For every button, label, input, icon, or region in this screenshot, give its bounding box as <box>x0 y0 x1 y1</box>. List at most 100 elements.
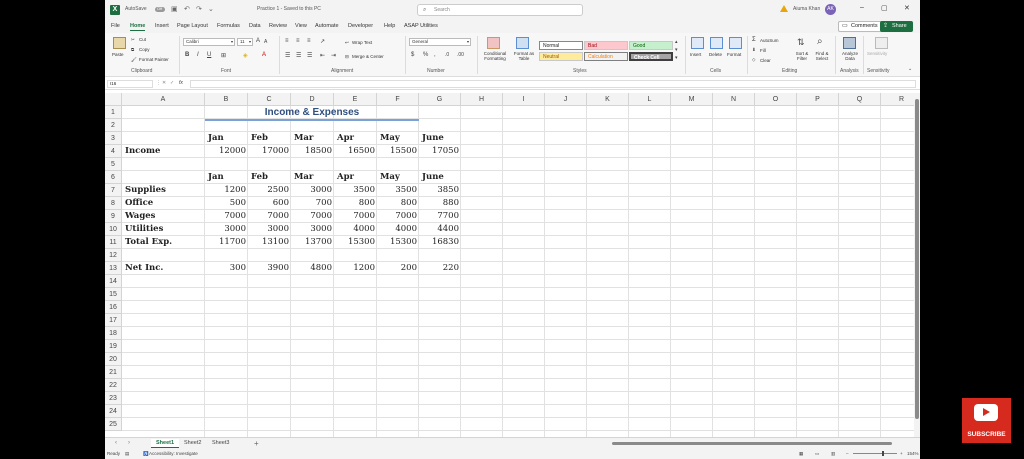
row-header-25[interactable]: 25 <box>105 418 122 431</box>
month-header[interactable]: Mar <box>291 171 334 184</box>
row-header-20[interactable]: 20 <box>105 353 122 366</box>
column-header-r[interactable]: R <box>881 93 914 106</box>
sensitivity-icon[interactable] <box>875 37 888 49</box>
select-all-corner[interactable] <box>105 93 122 106</box>
row-label[interactable]: Total Exp. <box>122 236 205 249</box>
accessibility-icon[interactable]: ♿ <box>143 451 149 457</box>
value-cell[interactable]: 15500 <box>377 145 419 158</box>
column-header-g[interactable]: G <box>419 93 461 106</box>
sheet-tab-2[interactable]: Sheet2 <box>179 439 206 447</box>
row-label[interactable]: Supplies <box>122 184 205 197</box>
chevron-down-icon[interactable]: ▾ <box>675 47 678 53</box>
month-header[interactable]: May <box>377 132 419 145</box>
format-cells-icon[interactable] <box>729 37 742 49</box>
analyze-data-icon[interactable] <box>843 37 856 49</box>
sort-filter-button[interactable]: Sort & Filter <box>793 51 811 61</box>
tab-data[interactable]: Data <box>249 23 261 29</box>
column-header-h[interactable]: H <box>461 93 503 106</box>
name-box[interactable]: I16 <box>107 80 153 88</box>
style-bad[interactable]: Bad <box>584 41 628 50</box>
tab-help[interactable]: Help <box>384 23 395 29</box>
wrap-text-icon[interactable]: ↩ <box>345 40 349 46</box>
tab-home[interactable]: Home <box>130 23 146 31</box>
row-header-7[interactable]: 7 <box>105 184 122 197</box>
column-header-b[interactable]: B <box>205 93 248 106</box>
row-header-13[interactable]: 13 <box>105 262 122 275</box>
value-cell[interactable]: 200 <box>377 262 419 275</box>
cut-icon[interactable]: ✂ <box>131 37 135 43</box>
value-cell[interactable]: 4400 <box>419 223 461 236</box>
row-header-16[interactable]: 16 <box>105 301 122 314</box>
value-cell[interactable]: 220 <box>419 262 461 275</box>
row-header-12[interactable]: 12 <box>105 249 122 262</box>
value-cell[interactable]: 17000 <box>248 145 291 158</box>
minimize-icon[interactable]: – <box>860 4 864 11</box>
collapse-ribbon-icon[interactable]: ⌄ <box>908 66 912 72</box>
zoom-slider-handle[interactable] <box>882 451 884 456</box>
month-header[interactable]: June <box>419 171 461 184</box>
redo-icon[interactable]: ↷ <box>196 5 202 13</box>
format-table-icon[interactable] <box>516 37 529 49</box>
value-cell[interactable]: 700 <box>291 197 334 210</box>
row-header-22[interactable]: 22 <box>105 379 122 392</box>
row-header-21[interactable]: 21 <box>105 366 122 379</box>
orientation-icon[interactable]: ↗ <box>320 38 325 45</box>
value-cell[interactable]: 800 <box>377 197 419 210</box>
insert-cells-icon[interactable] <box>691 37 704 49</box>
delete-cells-icon[interactable] <box>710 37 723 49</box>
autosum-button[interactable]: AutoSum <box>760 38 779 43</box>
currency-icon[interactable]: $ <box>411 52 414 58</box>
value-cell[interactable]: 15300 <box>377 236 419 249</box>
value-cell[interactable]: 3000 <box>291 184 334 197</box>
chevron-up-icon[interactable]: ▴ <box>675 39 678 45</box>
conditional-formatting-button[interactable]: Conditional Formatting <box>481 51 509 61</box>
sheet-title[interactable]: Income & Expenses <box>205 106 419 121</box>
row-header-18[interactable]: 18 <box>105 327 122 340</box>
tab-automate[interactable]: Automate <box>315 23 339 29</box>
column-header-l[interactable]: L <box>629 93 671 106</box>
warning-icon[interactable] <box>780 5 788 12</box>
align-top-icon[interactable]: ≡ <box>285 38 289 44</box>
align-bottom-icon[interactable]: ≡ <box>307 38 311 44</box>
row-header-3[interactable]: 3 <box>105 132 122 145</box>
value-cell[interactable]: 15300 <box>334 236 377 249</box>
row-label[interactable]: Net Inc. <box>122 262 205 275</box>
paste-label[interactable]: Paste <box>112 52 124 57</box>
close-icon[interactable]: ✕ <box>904 4 910 12</box>
value-cell[interactable]: 880 <box>419 197 461 210</box>
style-check-cell[interactable]: Check Cell <box>629 52 673 61</box>
value-cell[interactable]: 7000 <box>205 210 248 223</box>
month-header[interactable]: Jan <box>205 132 248 145</box>
column-header-m[interactable]: M <box>671 93 713 106</box>
row-header-8[interactable]: 8 <box>105 197 122 210</box>
sensitivity-button[interactable]: Sensitivity <box>867 51 887 56</box>
decrease-decimal-icon[interactable]: .00 <box>457 52 464 58</box>
value-cell[interactable]: 500 <box>205 197 248 210</box>
sheet-tab-3[interactable]: Sheet3 <box>207 439 234 447</box>
style-good[interactable]: Good <box>629 41 673 50</box>
normal-view-icon[interactable]: ▦ <box>799 451 803 457</box>
clear-button[interactable]: Clear <box>760 58 771 63</box>
comma-icon[interactable]: , <box>434 52 436 58</box>
value-cell[interactable]: 4800 <box>291 262 334 275</box>
more-styles-icon[interactable]: ▾ <box>675 55 678 61</box>
sort-filter-icon[interactable]: ⇅ <box>797 37 805 48</box>
comments-button[interactable]: ▭ Comments <box>838 21 883 32</box>
row-header-1[interactable]: 1 <box>105 106 122 119</box>
scroll-thumb[interactable] <box>915 99 919 419</box>
value-cell[interactable]: 300 <box>205 262 248 275</box>
row-header-5[interactable]: 5 <box>105 158 122 171</box>
outdent-icon[interactable]: ⇥ <box>331 52 336 59</box>
bold-icon[interactable]: B <box>185 52 189 58</box>
format-as-table-button[interactable]: Format as Table <box>511 51 537 61</box>
value-cell[interactable]: 7000 <box>334 210 377 223</box>
subscribe-button[interactable]: SUBSCRIBE <box>962 398 1011 443</box>
row-header-2[interactable]: 2 <box>105 119 122 132</box>
value-cell[interactable]: 3000 <box>248 223 291 236</box>
search-input[interactable]: ⌕ Search <box>417 4 583 16</box>
column-header-k[interactable]: K <box>587 93 629 106</box>
find-select-icon[interactable]: ⌕ <box>817 36 823 47</box>
column-header-i[interactable]: I <box>503 93 545 106</box>
tab-file[interactable]: File <box>111 23 120 29</box>
more-options-icon[interactable]: ⋮ <box>156 80 161 86</box>
